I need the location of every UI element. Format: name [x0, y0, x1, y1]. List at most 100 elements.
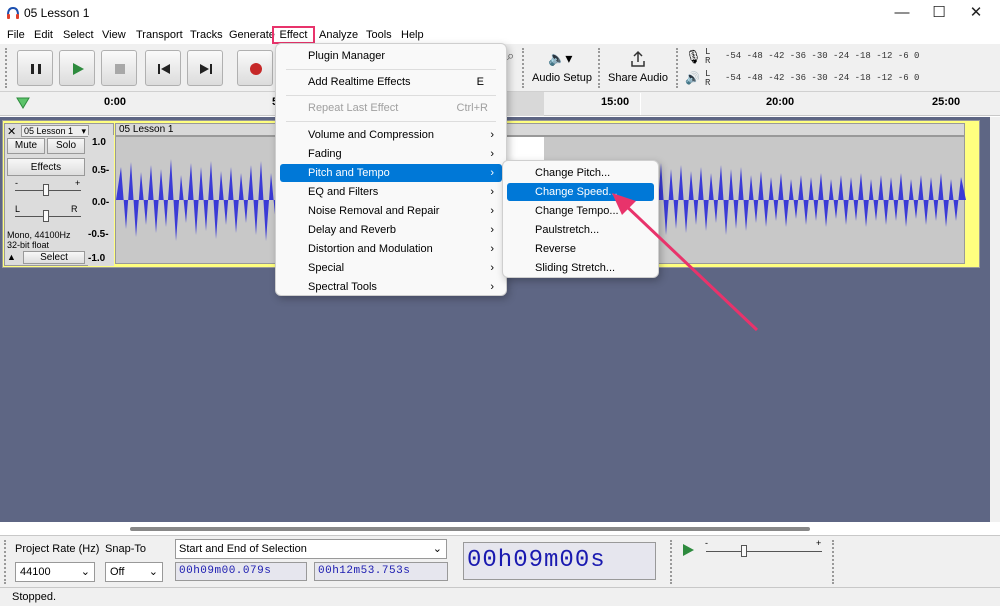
menu-file[interactable]: File	[4, 26, 28, 44]
solo-button[interactable]: Solo	[47, 138, 85, 154]
project-rate-value: 44100	[20, 566, 51, 578]
microphone-icon[interactable]: 🎙	[685, 49, 702, 65]
scale-label: 0.5-	[92, 165, 110, 176]
annotation-arrow	[612, 193, 759, 332]
audacity-logo-icon	[7, 6, 19, 19]
record-meter-scale[interactable]: -54 -48 -42 -36 -30 -24 -18 -12 -6 0	[725, 51, 919, 61]
menu-item-label: Plugin Manager	[308, 50, 386, 62]
menu-help[interactable]: Help	[398, 26, 427, 44]
skip-end-button[interactable]	[187, 50, 223, 86]
menu-tools[interactable]: Tools	[363, 26, 395, 44]
stop-button[interactable]	[101, 50, 137, 86]
gain-plus: +	[75, 178, 81, 188]
selection-toolbar: Project Rate (Hz) 44100 ⌄ Snap-To Off ⌄ St…	[0, 535, 1000, 587]
shortcut: Ctrl+R	[456, 102, 488, 114]
toolbar-grip[interactable]	[5, 48, 11, 88]
menu-transport[interactable]: Transport	[133, 26, 186, 44]
clip-title-bar[interactable]: 05 Lesson 1	[115, 123, 965, 136]
toolbar-grip[interactable]	[4, 540, 10, 584]
menu-analyze[interactable]: Analyze	[316, 26, 361, 44]
ruler-tick: 20:00	[766, 96, 795, 108]
clip-name: 05 Lesson 1	[119, 124, 174, 135]
pause-button[interactable]	[17, 50, 53, 86]
meter-r: R	[705, 56, 711, 66]
menu-item-spectral-tools[interactable]: Spectral Tools ›	[280, 278, 502, 296]
selection-mode-select[interactable]: Start and End of Selection ⌄	[175, 539, 447, 559]
chevron-down-icon: ⌄	[148, 566, 158, 578]
pin-icon[interactable]	[16, 96, 30, 110]
chevron-right-icon: ›	[490, 167, 494, 179]
menu-tracks[interactable]: Tracks	[187, 26, 226, 44]
audio-position-time[interactable]: 00h09m00s	[463, 542, 656, 580]
project-rate-select[interactable]: 44100 ⌄	[15, 562, 95, 582]
close-track-icon[interactable]: ✕	[7, 125, 16, 138]
menu-item-add-realtime-effects[interactable]: Add Realtime Effects E	[280, 73, 502, 91]
selection-start-time[interactable]: 00h09m00.079s	[175, 562, 307, 581]
menu-item-special[interactable]: Special ›	[280, 259, 502, 277]
vertical-scrollbar[interactable]	[990, 117, 1000, 522]
gain-slider-thumb[interactable]	[43, 184, 49, 196]
menu-item-label: Repeat Last Effect	[308, 102, 399, 114]
play-at-speed-icon[interactable]	[680, 542, 696, 558]
toolbar-grip[interactable]	[832, 540, 838, 584]
mute-button[interactable]: Mute	[7, 138, 45, 154]
toolbar-grip[interactable]	[670, 540, 676, 584]
horizontal-scrollbar[interactable]	[130, 527, 810, 531]
speed-plus: +	[816, 538, 822, 548]
track-format: Mono, 44100Hz	[7, 230, 71, 240]
toolbar-grip[interactable]	[676, 48, 682, 88]
menu-item-delay-reverb[interactable]: Delay and Reverb ›	[280, 221, 502, 239]
ruler-tick: 25:00	[932, 96, 961, 108]
toolbar-grip[interactable]	[522, 48, 528, 88]
zoom-icon[interactable]: ⌕	[507, 48, 514, 64]
menu-item-fading[interactable]: Fading ›	[280, 145, 502, 163]
menu-item-distortion-modulation[interactable]: Distortion and Modulation ›	[280, 240, 502, 258]
menu-item-pitch-tempo[interactable]: Pitch and Tempo ›	[280, 164, 502, 182]
record-button[interactable]	[237, 50, 273, 86]
close-button[interactable]: ✕	[958, 2, 994, 24]
maximize-button[interactable]: ☐	[921, 2, 957, 24]
chevron-right-icon: ›	[490, 129, 494, 141]
select-track-button[interactable]: Select	[23, 251, 85, 264]
gain-minus: -	[15, 178, 18, 188]
playback-meter-scale[interactable]: -54 -48 -42 -36 -30 -24 -18 -12 -6 0	[725, 73, 919, 83]
menu-item-label: Volume and Compression	[308, 129, 434, 141]
menu-item-volume-compression[interactable]: Volume and Compression ›	[280, 126, 502, 144]
menu-item-noise-removal[interactable]: Noise Removal and Repair ›	[280, 202, 502, 220]
selection-end-time[interactable]: 00h12m53.753s	[314, 562, 448, 581]
menu-separator	[286, 95, 496, 96]
share-audio-button[interactable]: Share Audio	[606, 48, 670, 88]
menu-effect[interactable]: Effect	[272, 26, 315, 44]
play-icon	[73, 63, 84, 75]
chevron-right-icon: ›	[490, 186, 494, 198]
menu-item-label: Special	[308, 262, 345, 274]
snap-to-select[interactable]: Off ⌄	[105, 562, 163, 582]
submenu-item-change-pitch[interactable]: Change Pitch...	[507, 164, 654, 182]
speaker-meter-icon[interactable]: 🔊	[685, 71, 700, 85]
menu-item-plugin-manager[interactable]: Plugin Manager	[280, 47, 502, 65]
speaker-icon: 🔈▾	[548, 50, 573, 66]
toolbar-grip[interactable]	[598, 48, 604, 88]
ruler-tick: 0:00	[104, 96, 127, 108]
effects-button[interactable]: Effects	[7, 158, 85, 176]
audio-setup-button[interactable]: 🔈▾ Audio Setup	[530, 48, 594, 88]
ruler-tick: 15:00	[601, 96, 630, 108]
menu-item-eq-filters[interactable]: EQ and Filters ›	[280, 183, 502, 201]
play-speed-slider[interactable]	[706, 551, 822, 552]
menu-edit[interactable]: Edit	[31, 26, 56, 44]
play-speed-thumb[interactable]	[741, 545, 747, 557]
play-button[interactable]	[59, 50, 95, 86]
status-text: Stopped.	[12, 591, 57, 603]
menu-view[interactable]: View	[99, 26, 129, 44]
track-name-menu[interactable]: 05 Lesson 1 ▾	[21, 125, 89, 137]
minimize-button[interactable]: —	[884, 2, 920, 24]
menu-select[interactable]: Select	[60, 26, 97, 44]
collapse-icon[interactable]: ▲	[7, 252, 16, 262]
record-icon	[250, 63, 262, 75]
pan-slider-thumb[interactable]	[43, 210, 49, 222]
project-rate-label: Project Rate (Hz)	[15, 543, 100, 555]
menu-generate[interactable]: Generate	[226, 26, 278, 44]
skip-start-button[interactable]	[145, 50, 181, 86]
snap-to-label: Snap-To	[105, 543, 146, 555]
share-audio-label: Share Audio	[608, 72, 668, 84]
